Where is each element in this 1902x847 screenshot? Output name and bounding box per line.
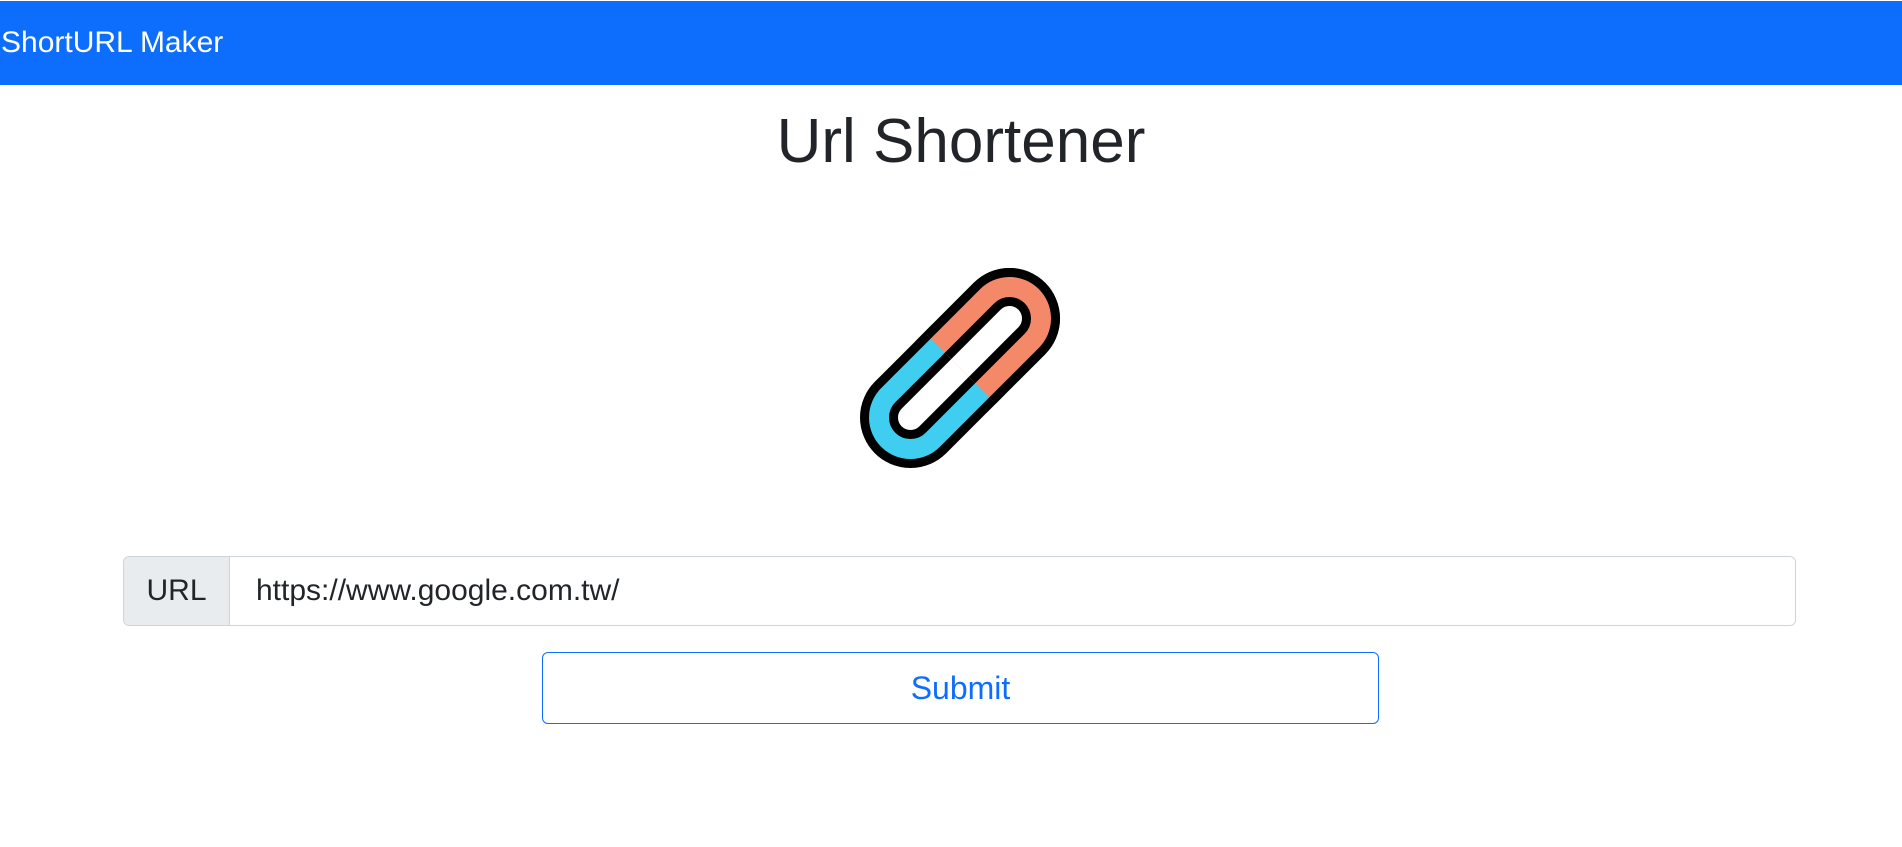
url-input-group: URL <box>123 556 1796 626</box>
chain-link-icon <box>818 226 1102 510</box>
url-input[interactable] <box>230 557 1795 625</box>
url-label: URL <box>124 557 230 625</box>
navbar: ShortURL Maker <box>0 1 1902 85</box>
submit-button[interactable]: Submit <box>542 652 1379 724</box>
brand-link[interactable]: ShortURL Maker <box>0 28 223 58</box>
page-title: Url Shortener <box>776 107 1146 176</box>
